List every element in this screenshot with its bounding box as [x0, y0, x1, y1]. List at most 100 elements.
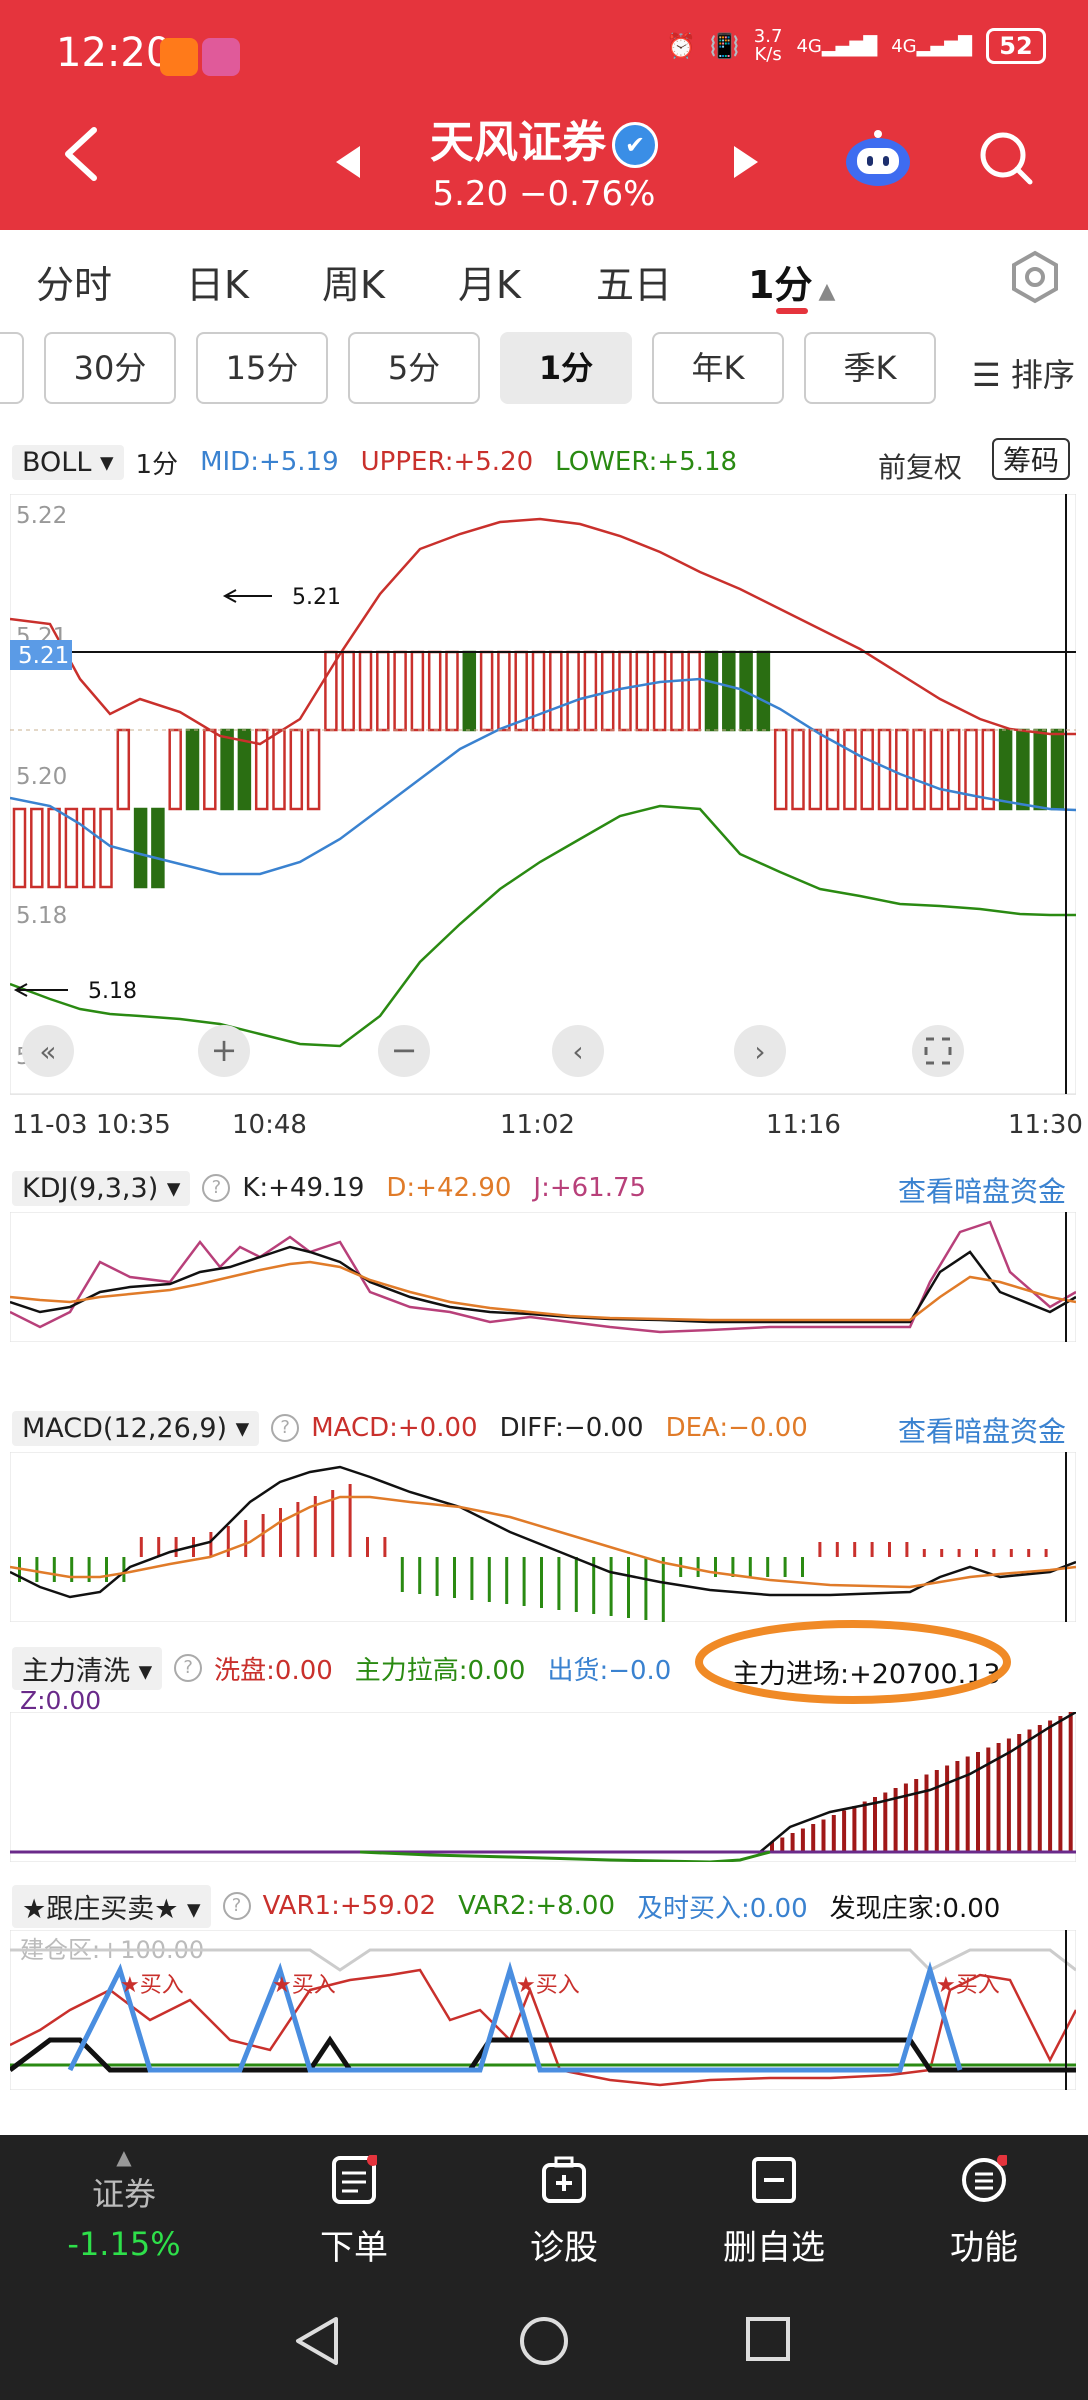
candle: [583, 650, 598, 732]
candle: [843, 728, 857, 811]
tab-five-day[interactable]: 五日: [596, 254, 672, 309]
macd-selector[interactable]: MACD(12,26,9) ▾: [12, 1410, 260, 1446]
menu-circle-icon: [962, 2154, 1009, 2202]
minute-button-season-k[interactable]: 季K: [804, 332, 936, 404]
system-recents-icon[interactable]: [744, 2315, 792, 2363]
nav-order[interactable]: 下单: [274, 2154, 434, 2269]
candle: [860, 728, 874, 811]
kdj-j: J:+61.75: [533, 1173, 647, 1203]
macd-indicator-bar: MACD(12,26,9) ▾ ? MACD:+0.00 DIFF:−0.00 …: [12, 1404, 830, 1452]
macd-bar: [748, 1557, 752, 1577]
macd-bar: [244, 1520, 248, 1557]
nav-remove-favorite[interactable]: 删自选: [694, 2155, 854, 2269]
zlqx-selector[interactable]: 主力清洗 ▾: [12, 1646, 163, 1690]
minute-button-15[interactable]: 15分: [196, 332, 328, 404]
chips-button[interactable]: 筹码: [992, 438, 1070, 480]
help-icon[interactable]: ?: [222, 1892, 251, 1920]
zoom-in-icon[interactable]: +: [198, 1025, 250, 1077]
kdj-chart[interactable]: [10, 1212, 1076, 1342]
gzmm-chart[interactable]: 建仓区:+100.00 ★买入 ★买入 ★买入 ★买入: [10, 1930, 1076, 2090]
minus-box-icon: [752, 2157, 796, 2203]
kdj-d: D:+42.90: [386, 1173, 512, 1203]
macd-bar: [348, 1484, 352, 1557]
search-icon[interactable]: [976, 128, 1036, 188]
macd-dea: DEA:−0.00: [665, 1413, 808, 1443]
scroll-left-icon[interactable]: ‹: [552, 1025, 604, 1077]
zoom-out-icon[interactable]: −: [378, 1025, 430, 1077]
settings-hexagon-icon[interactable]: [1010, 250, 1060, 304]
gzmm-selector[interactable]: ★跟庄买卖★ ▾: [12, 1884, 211, 1928]
tab-week-k[interactable]: 周K: [322, 254, 385, 309]
nav-label: 功能: [950, 2228, 1018, 2268]
zlqx-bar: [842, 1810, 847, 1852]
candle: [946, 728, 961, 811]
caret-up-icon: ▲: [818, 279, 836, 304]
time-axis-ticks: [10, 1094, 1076, 1095]
adjust-label[interactable]: 前复权: [878, 446, 962, 486]
kdj-selector[interactable]: KDJ(9,3,3) ▾: [12, 1170, 191, 1206]
macd-bar: [870, 1542, 874, 1557]
macd-chart[interactable]: [10, 1452, 1076, 1622]
stock-price-line: 5.20 −0.76%: [432, 174, 656, 214]
status-icons: ⏰ 📳 3.7 K/s 4G▂▄▆█ 4G▂▄▆█ 52: [666, 28, 1046, 64]
candle: [185, 728, 200, 811]
candle: [81, 807, 96, 889]
macd-bar: [487, 1557, 491, 1602]
market-summary[interactable]: ▲ 证券 -1.15%: [44, 2145, 204, 2263]
zlqx-bar: [862, 1801, 867, 1852]
candle: [704, 650, 719, 732]
minute-button-year-k[interactable]: 年K: [652, 332, 784, 404]
candle: [618, 650, 632, 732]
help-icon[interactable]: ?: [271, 1414, 300, 1442]
robot-assistant-icon[interactable]: [843, 130, 913, 190]
chart-period: 1分: [135, 449, 179, 480]
candle: [410, 650, 425, 732]
system-home-icon[interactable]: [518, 2315, 570, 2367]
dark-fund-link[interactable]: 查看暗盘资金: [898, 1170, 1066, 1210]
tab-day-k[interactable]: 日K: [186, 254, 249, 309]
candle: [1050, 728, 1065, 811]
macd-bar: [435, 1557, 439, 1596]
zlqx-bar: [903, 1783, 908, 1852]
boll-candle-chart[interactable]: 5.22 5.21 5.20 5.18 5.17 5.21 5.21 5.18 …: [10, 494, 1076, 1094]
candle: [393, 650, 407, 732]
zlqx-bar: [945, 1765, 950, 1852]
kdj-k: K:+49.19: [242, 1173, 365, 1203]
help-icon[interactable]: ?: [174, 1654, 203, 1682]
candle: [116, 728, 131, 811]
fullscreen-icon[interactable]: [912, 1025, 964, 1077]
zlqx-chart[interactable]: [10, 1712, 1076, 1862]
macd-bar: [105, 1557, 108, 1582]
indicator-selector[interactable]: BOLL ▾: [12, 444, 124, 480]
tab-1min[interactable]: 1分 ▲: [748, 254, 835, 309]
minute-button-1[interactable]: 1分: [500, 332, 632, 404]
vibrate-icon: 📳: [709, 32, 740, 60]
nav-diagnose[interactable]: 诊股: [484, 2155, 644, 2269]
minute-button-partial[interactable]: [0, 332, 24, 404]
macd-bar: [279, 1508, 282, 1557]
tab-month-k[interactable]: 月K: [458, 254, 521, 309]
nav-functions[interactable]: 功能: [904, 2154, 1064, 2269]
candle: [151, 807, 165, 889]
next-stock-icon[interactable]: [732, 144, 760, 180]
candle: [272, 728, 286, 811]
zoom-reset-icon[interactable]: «: [22, 1025, 74, 1077]
dark-fund-link-2[interactable]: 查看暗盘资金: [898, 1410, 1066, 1450]
system-back-icon[interactable]: [292, 2315, 342, 2367]
zlqx-bar: [811, 1824, 816, 1852]
zlqx-bar: [1037, 1725, 1042, 1852]
notification-app-icon-2: [202, 38, 240, 76]
minute-button-5[interactable]: 5分: [348, 332, 480, 404]
market-change: -1.15%: [67, 2225, 181, 2263]
tab-fenshi[interactable]: 分时: [36, 254, 112, 309]
candle: [289, 728, 304, 811]
zlqx-bar: [873, 1797, 877, 1852]
candle: [1016, 728, 1030, 811]
macd-bar: [835, 1542, 839, 1557]
sort-button[interactable]: ☰ 排序: [972, 350, 1075, 396]
minute-button-30[interactable]: 30分: [44, 332, 176, 404]
help-icon[interactable]: ?: [202, 1174, 231, 1202]
scroll-right-icon[interactable]: ›: [734, 1025, 786, 1077]
candle: [479, 650, 494, 732]
macd-bar: [261, 1514, 265, 1557]
